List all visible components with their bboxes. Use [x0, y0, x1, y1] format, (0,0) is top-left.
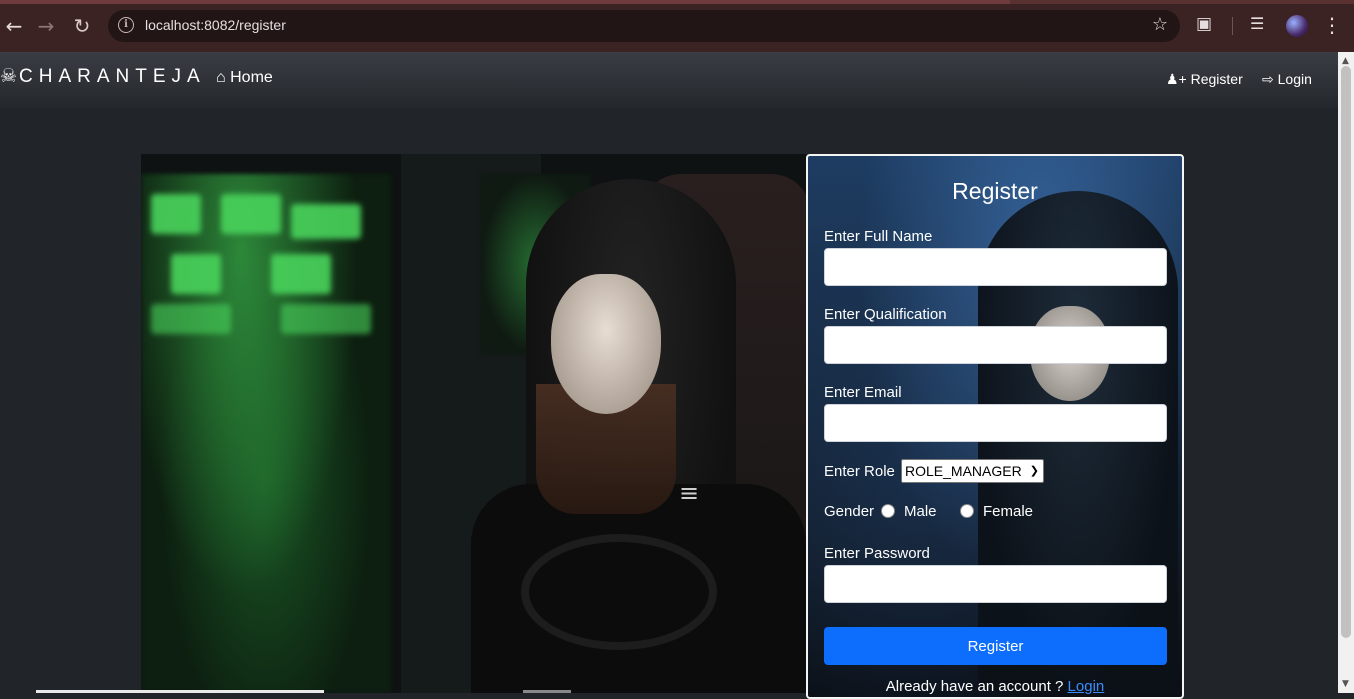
media-controls-icon[interactable]: ☰ [1250, 14, 1264, 33]
toolbar-divider [1232, 17, 1233, 35]
hero-glow [291, 204, 361, 239]
full-name-input[interactable] [824, 248, 1167, 286]
scrollbar-thumb[interactable] [1341, 66, 1351, 638]
register-submit-button[interactable]: Register [824, 627, 1167, 665]
forward-arrow-icon[interactable]: → [32, 12, 60, 40]
browser-menu-icon[interactable]: ⋮ [1322, 13, 1342, 37]
home-icon: ⌂ [216, 69, 226, 86]
role-label: Enter Role [824, 463, 895, 480]
reload-icon[interactable]: ↻ [68, 12, 96, 40]
user-plus-icon: ♟+ [1166, 71, 1187, 87]
hero-headphones [521, 534, 717, 650]
email-label: Enter Email [824, 384, 902, 401]
site-info-icon[interactable]: i [118, 17, 134, 33]
hero-image: ≡ [141, 154, 806, 693]
brand-logo[interactable]: ☠ CHARANTEJA [0, 65, 206, 88]
hero-mask [551, 274, 661, 414]
hero-glow [271, 254, 331, 294]
gender-female-radio[interactable] [960, 504, 974, 518]
qualification-label: Enter Qualification [824, 306, 947, 323]
full-name-label: Enter Full Name [824, 228, 933, 245]
sign-in-icon: ⇨ [1262, 71, 1274, 87]
role-select[interactable]: ROLE_MANAGER ❯ [901, 459, 1044, 483]
nav-home-label: Home [230, 69, 273, 86]
active-tab-indicator [0, 0, 1010, 4]
page-scrollbar[interactable]: ▲ ▼ [1338, 52, 1354, 693]
address-bar[interactable]: i localhost:8082/register ☆ [108, 10, 1180, 42]
already-account-label: Already have an account ? [885, 678, 1064, 695]
url-text[interactable]: localhost:8082/register [145, 17, 286, 33]
nav-register-label: Register [1190, 71, 1243, 87]
gender-male-radio[interactable] [881, 504, 895, 518]
nav-register-link[interactable]: ♟+ Register [1166, 71, 1243, 88]
hero-glow [281, 304, 371, 334]
hero-glow [151, 194, 201, 234]
browser-toolbar: ← → ↻ i localhost:8082/register ☆ ▣ ☰ ⋮ [0, 0, 1354, 52]
role-selected-value: ROLE_MANAGER [905, 463, 1022, 479]
scroll-down-icon[interactable]: ▼ [1342, 679, 1349, 689]
hero-hoodie-symbol: ≡ [679, 479, 700, 507]
hero-glow [221, 194, 281, 234]
already-account-text: Already have an account ? Login [808, 678, 1182, 695]
profile-avatar[interactable] [1286, 15, 1308, 37]
password-input[interactable] [824, 565, 1167, 603]
login-link[interactable]: Login [1068, 678, 1105, 695]
gender-female-label[interactable]: Female [983, 503, 1033, 520]
bookmark-star-icon[interactable]: ☆ [1152, 14, 1168, 35]
email-input[interactable] [824, 404, 1167, 442]
register-card: Register Enter Full Name Enter Qualifica… [806, 154, 1184, 699]
password-label: Enter Password [824, 545, 930, 562]
back-arrow-icon[interactable]: ← [0, 12, 28, 40]
site-navbar: ☠ CHARANTEJA ⌂ Home ♟+ Register ⇨ Login [0, 52, 1338, 108]
gender-label: Gender [824, 503, 875, 520]
hero-monitor-left [141, 174, 391, 693]
tab-strip [0, 0, 1354, 4]
gender-male-label[interactable]: Male [904, 503, 937, 520]
hero-glow [171, 254, 221, 294]
nav-login-label: Login [1277, 71, 1312, 87]
brand-name: CHARANTEJA [19, 66, 206, 87]
hero-glow [151, 304, 231, 334]
scroll-up-icon[interactable]: ▲ [1342, 56, 1349, 66]
qualification-input[interactable] [824, 326, 1167, 364]
skull-icon: ☠ [0, 66, 18, 87]
nav-login-link[interactable]: ⇨ Login [1262, 71, 1312, 88]
chevron-down-icon: ❯ [1029, 465, 1039, 477]
form-title: Register [952, 178, 1038, 204]
nav-home-link[interactable]: ⌂ Home [216, 69, 273, 87]
extensions-icon[interactable]: ▣ [1196, 14, 1216, 34]
